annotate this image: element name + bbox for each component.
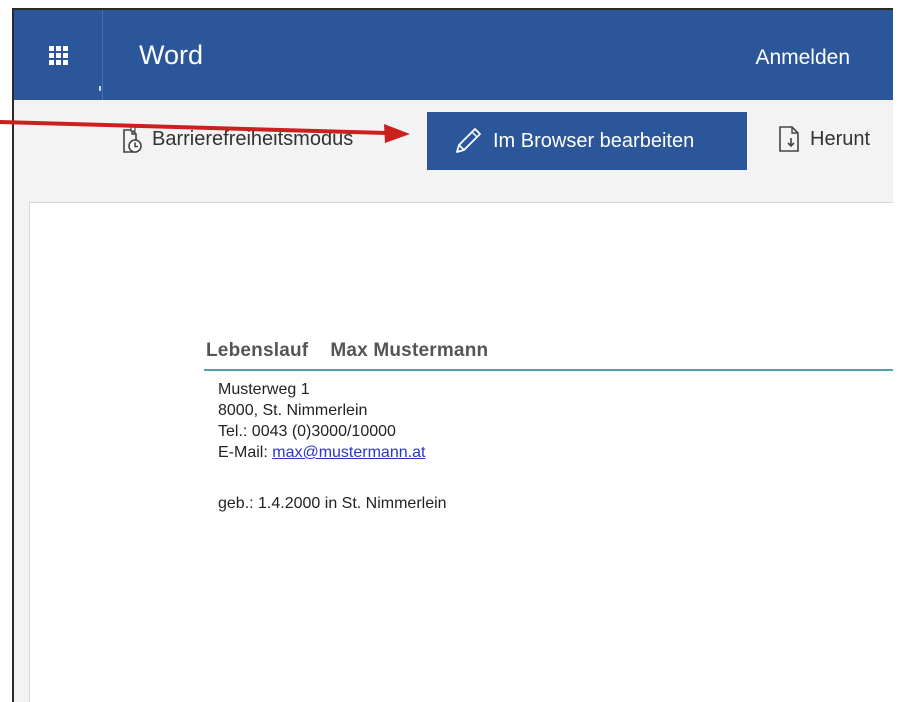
accessibility-mode-button[interactable]: Barrierefreiheitsmodus [122,100,353,178]
address-line-street: Musterweg 1 [218,381,310,398]
download-document-icon [779,126,799,152]
edit-in-browser-label: Im Browser bearbeiten [493,129,695,152]
contact-block: Musterweg 1 8000, St. Nimmerlein Tel.: 0… [218,379,425,463]
top-bar: Word Anmelden [14,10,893,100]
phone-line: Tel.: 0043 (0)3000/10000 [218,423,396,440]
download-label: Herunt [810,127,871,150]
heading-label: Lebenslauf [206,340,309,361]
app-title[interactable]: Word [139,40,203,71]
birth-line: geb.: 1.4.2000 in St. Nimmerlein [218,495,447,512]
signin-link[interactable]: Anmelden [755,46,850,70]
waffle-icon [48,45,68,65]
email-prefix: E-Mail: [218,444,273,461]
download-button[interactable]: Herunt [778,100,870,178]
focus-tick [99,86,101,91]
toolbar: Barrierefreiheitsmodus Im Browser bearbe… [14,100,893,178]
edit-in-browser-button[interactable]: Im Browser bearbeiten [427,112,747,170]
resume-heading: Lebenslauf Max Mustermann [206,340,488,362]
accessibility-mode-label: Barrierefreiheitsmodus [152,127,354,150]
document-area[interactable]: Lebenslauf Max Mustermann Musterweg 1 800… [14,178,893,702]
email-line: E-Mail: max@mustermann.at [218,442,425,463]
pencil-icon [456,128,481,153]
document-page[interactable]: Lebenslauf Max Mustermann Musterweg 1 800… [29,202,893,702]
email-link[interactable]: max@mustermann.at [272,444,425,461]
address-line-city: 8000, St. Nimmerlein [218,402,368,419]
app-launcher-button[interactable] [14,10,103,100]
heading-name: Max Mustermann [330,340,489,361]
heading-rule [204,369,893,371]
app-window: Word Anmelden Barrierefreiheitsmodus Im … [12,8,893,702]
accessibility-document-icon [123,125,142,153]
